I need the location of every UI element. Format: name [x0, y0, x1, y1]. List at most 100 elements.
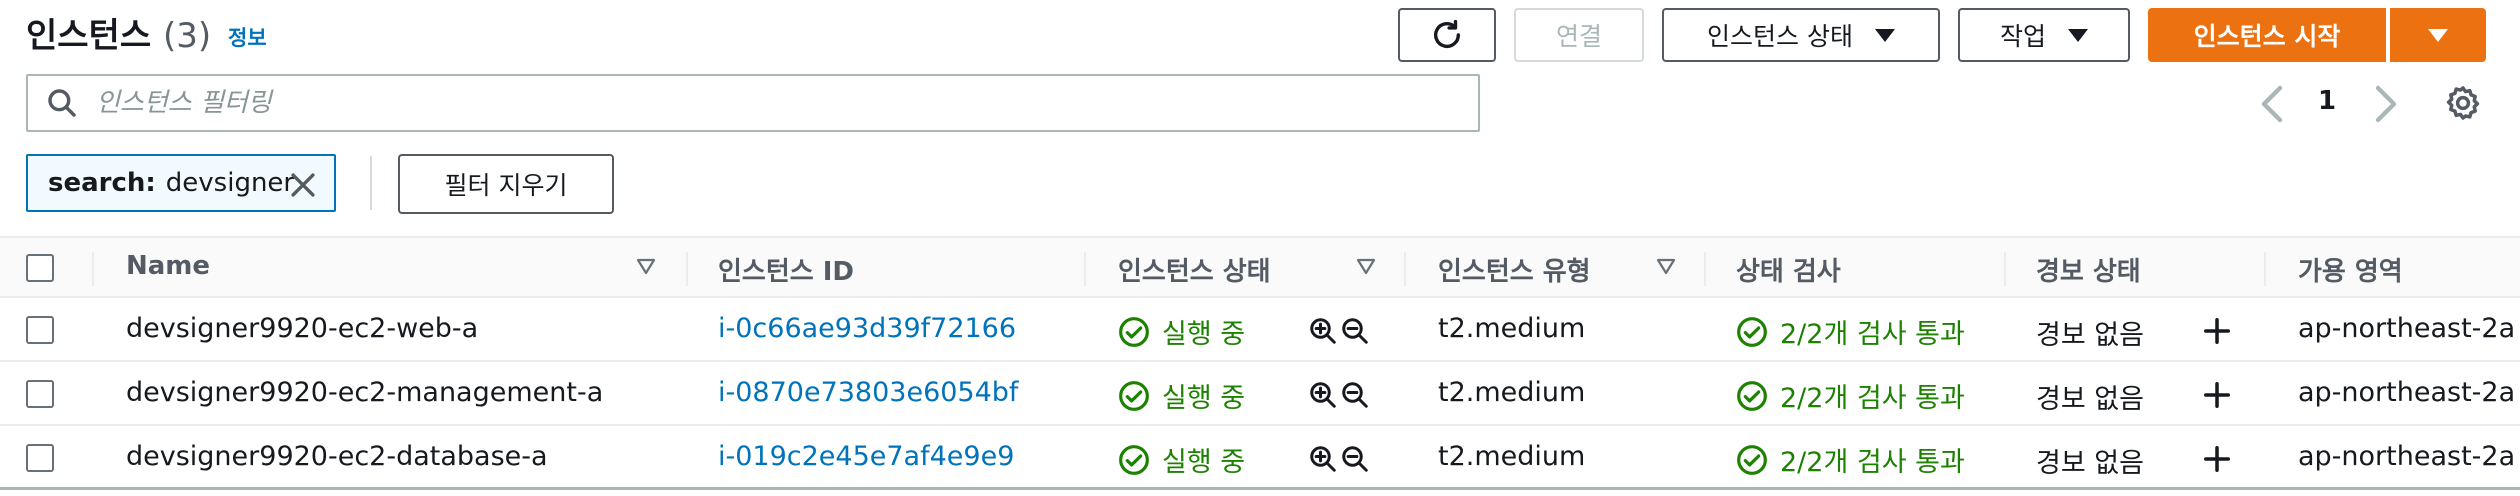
instance-type: t2.medium [1438, 313, 1586, 344]
zoom-in-icon[interactable] [1308, 380, 1338, 410]
launch-instances-button[interactable]: 인스턴스 시작 [2148, 8, 2386, 62]
column-header-status-check[interactable]: 상태 검사 [1736, 251, 1841, 288]
state-zoom-controls [1308, 380, 1370, 410]
alarm-status: 경보 없음 [2036, 448, 2144, 479]
plus-icon[interactable] [2202, 316, 2232, 346]
gear-icon[interactable] [2444, 84, 2482, 122]
caret-down-icon [2068, 28, 2088, 42]
check-circle-icon [1737, 316, 1767, 347]
plus-icon[interactable] [2202, 444, 2232, 474]
select-all-checkbox[interactable] [26, 254, 54, 282]
status-check: 2/2개 검사 통과 [1736, 312, 1965, 351]
row-checkbox[interactable] [26, 444, 54, 472]
instance-state-button[interactable]: 인스턴스 상태 [1662, 8, 1940, 62]
column-header-name[interactable]: Name [126, 251, 210, 281]
instance-name: devsigner9920-ec2-web-a [126, 313, 479, 344]
sort-icon[interactable] [1656, 258, 1676, 276]
instance-state-text: 실행 중 [1162, 383, 1246, 414]
caret-down-icon [2428, 28, 2448, 42]
table-row[interactable]: devsigner9920-ec2-management-a i-0870e73… [0, 362, 2520, 426]
availability-zone: ap-northeast-2a [2298, 377, 2516, 408]
zoom-in-icon[interactable] [1308, 444, 1338, 474]
check-circle-icon [1119, 380, 1149, 411]
row-checkbox[interactable] [26, 316, 54, 344]
alarm-status: 경보 없음 [2036, 320, 2144, 351]
info-link[interactable]: 정보 [228, 22, 267, 52]
filter-token-value: devsigner [165, 168, 295, 198]
actions-label: 작업 [1999, 22, 2046, 51]
refresh-icon [1433, 19, 1461, 48]
instance-count: (3) [162, 16, 212, 56]
instance-type: t2.medium [1438, 377, 1586, 408]
table-row[interactable]: devsigner9920-ec2-database-a i-019c2e45e… [0, 426, 2520, 490]
refresh-button[interactable] [1398, 8, 1496, 62]
connect-button[interactable]: 연결 [1514, 8, 1644, 62]
filter-token-key: search: [48, 168, 156, 198]
zoom-out-icon[interactable] [1340, 380, 1370, 410]
column-header-alarm-status[interactable]: 경보 상태 [2036, 251, 2141, 288]
actions-button[interactable]: 작업 [1958, 8, 2130, 62]
zoom-out-icon[interactable] [1340, 444, 1370, 474]
column-header-instance-id[interactable]: 인스턴스 ID [718, 251, 854, 288]
column-divider [1404, 252, 1406, 286]
check-circle-icon [1119, 316, 1149, 347]
instance-state-label: 인스턴스 상태 [1707, 22, 1853, 51]
filter-divider [370, 156, 372, 210]
status-check-text: 2/2개 검사 통과 [1780, 319, 1965, 350]
column-header-instance-state[interactable]: 인스턴스 상태 [1118, 251, 1271, 288]
instance-state-text: 실행 중 [1162, 319, 1246, 350]
instance-state-text: 실행 중 [1162, 447, 1246, 478]
check-circle-icon [1119, 444, 1149, 475]
page-title-text: 인스턴스 [26, 16, 152, 56]
instance-state: 실행 중 [1118, 312, 1245, 351]
availability-zone: ap-northeast-2a [2298, 441, 2516, 472]
current-page-number[interactable]: 1 [2318, 86, 2336, 116]
chevron-right-icon[interactable] [2370, 84, 2400, 124]
status-check-text: 2/2개 검사 통과 [1780, 447, 1965, 478]
state-zoom-controls [1308, 444, 1370, 474]
column-divider [2264, 252, 2266, 286]
close-icon[interactable] [286, 168, 320, 202]
column-header-availability-zone[interactable]: 가용 영역 [2298, 251, 2403, 288]
chevron-left-icon[interactable] [2258, 84, 2288, 124]
check-circle-icon [1737, 444, 1767, 475]
page-title: 인스턴스 (3) [26, 8, 211, 57]
alarm-status: 경보 없음 [2036, 384, 2144, 415]
state-zoom-controls [1308, 316, 1370, 346]
zoom-out-icon[interactable] [1340, 316, 1370, 346]
column-divider [1084, 252, 1086, 286]
column-divider [686, 252, 688, 286]
status-check: 2/2개 검사 통과 [1736, 376, 1965, 415]
instance-state: 실행 중 [1118, 440, 1245, 479]
sort-icon[interactable] [636, 258, 656, 276]
availability-zone: ap-northeast-2a [2298, 313, 2516, 344]
launch-dropdown-button[interactable] [2390, 8, 2486, 62]
column-divider [1704, 252, 1706, 286]
caret-down-icon [1874, 28, 1895, 42]
column-divider [2004, 252, 2006, 286]
launch-instances-label: 인스턴스 시작 [2193, 22, 2341, 51]
clear-filters-button[interactable]: 필터 지우기 [398, 154, 614, 214]
clear-filters-label: 필터 지우기 [444, 171, 568, 200]
instance-type: t2.medium [1438, 441, 1586, 472]
instance-name: devsigner9920-ec2-database-a [126, 441, 548, 472]
table-row[interactable]: devsigner9920-ec2-web-a i-0c66ae93d39f72… [0, 298, 2520, 362]
zoom-in-icon[interactable] [1308, 316, 1338, 346]
connect-label: 연결 [1555, 22, 1602, 51]
filter-token: search: devsigner [26, 154, 336, 212]
row-checkbox[interactable] [26, 380, 54, 408]
column-header-instance-type[interactable]: 인스턴스 유형 [1438, 251, 1591, 288]
instance-name: devsigner9920-ec2-management-a [126, 377, 604, 408]
instance-id-link[interactable]: i-0870e73803e6054bf [718, 377, 1018, 408]
instance-id-link[interactable]: i-0c66ae93d39f72166 [718, 313, 1016, 344]
search-input[interactable] [96, 88, 1296, 118]
plus-icon[interactable] [2202, 380, 2232, 410]
check-circle-icon [1737, 380, 1767, 411]
table-header: Name 인스턴스 ID 인스턴스 상태 인스턴스 유형 상태 검사 경보 상태… [0, 236, 2520, 298]
instance-id-link[interactable]: i-019c2e45e7af4e9e9 [718, 441, 1014, 472]
instance-filter-search[interactable] [26, 74, 1480, 132]
column-divider [92, 252, 94, 286]
search-icon [48, 89, 76, 117]
instance-state: 실행 중 [1118, 376, 1245, 415]
sort-icon[interactable] [1356, 258, 1376, 276]
